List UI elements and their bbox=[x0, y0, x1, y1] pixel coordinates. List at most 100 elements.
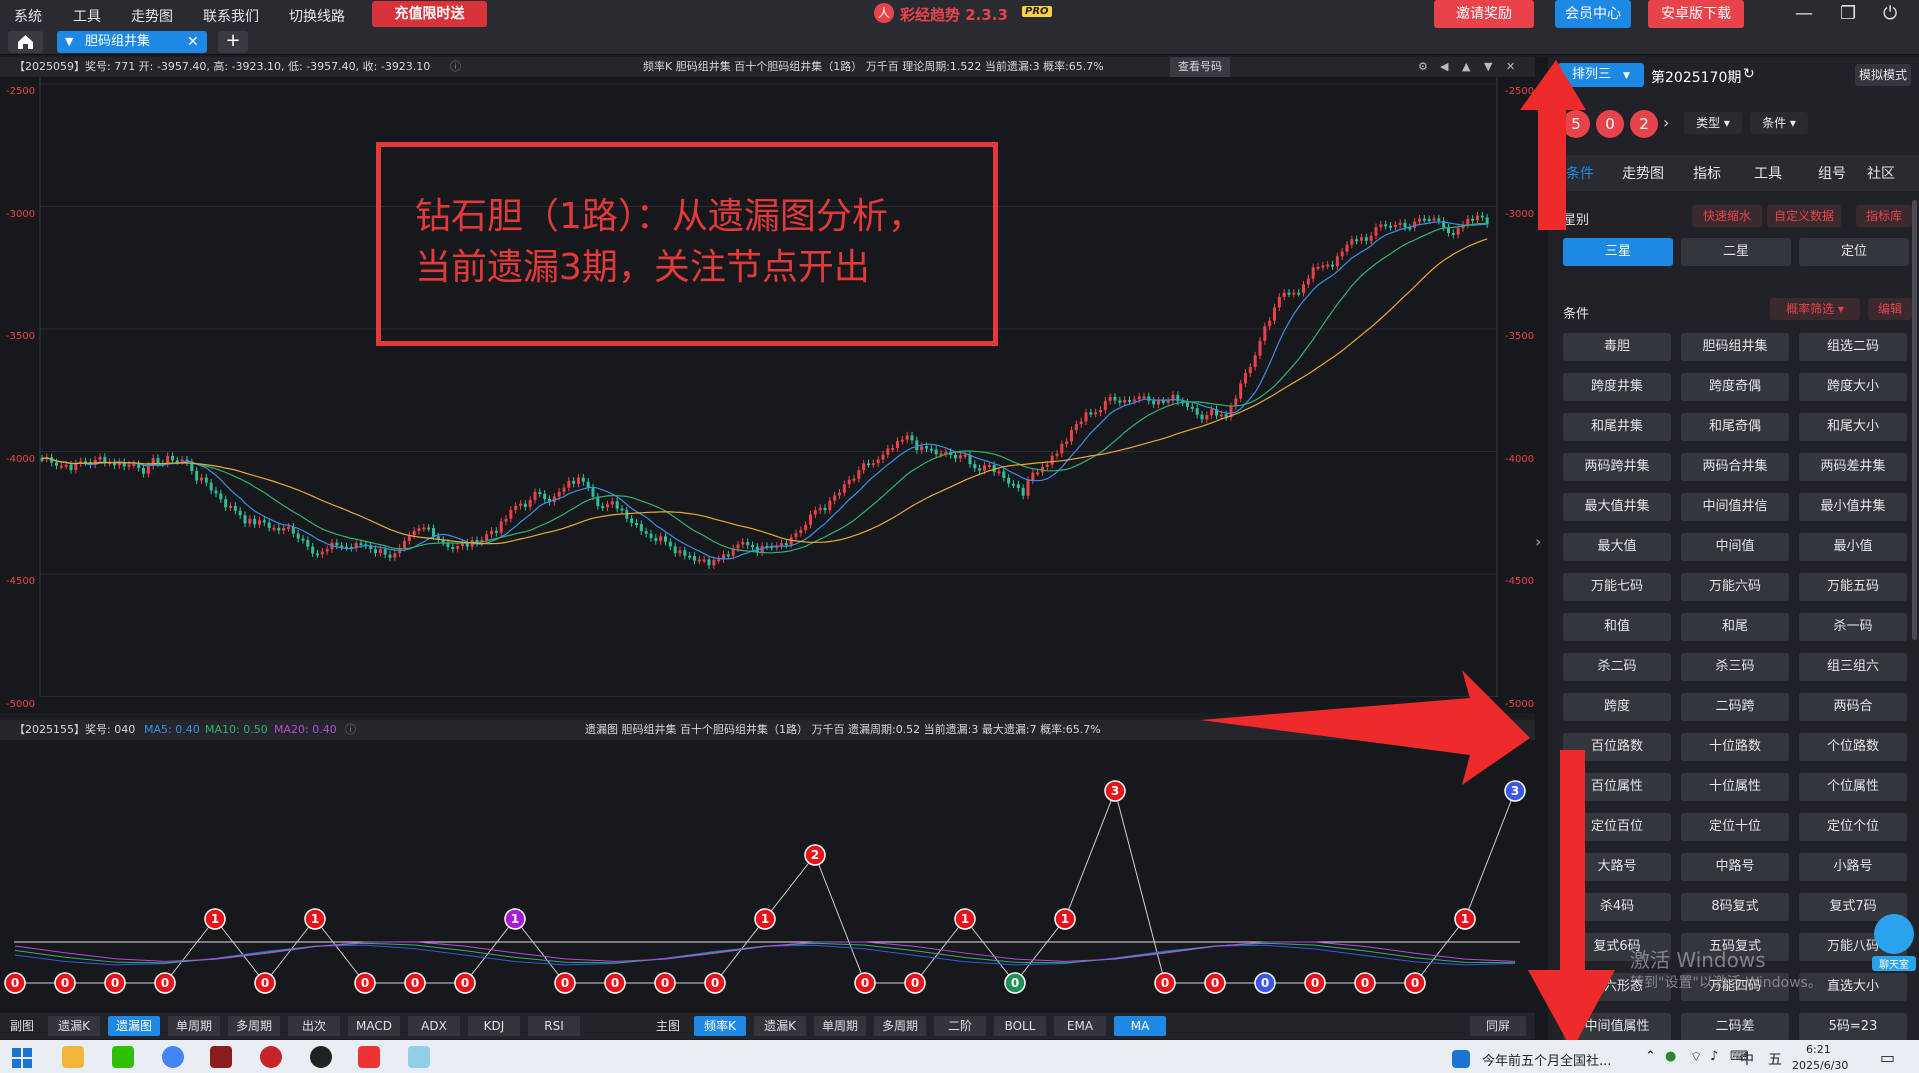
edit-button[interactable]: 编辑 bbox=[1868, 298, 1912, 320]
condition-button[interactable]: 定位十位 bbox=[1681, 813, 1789, 841]
menu-switch-line[interactable]: 切换线路 bbox=[289, 6, 345, 26]
notepad-icon[interactable] bbox=[408, 1046, 430, 1068]
bottom-main-btn-3[interactable]: 单周期 bbox=[814, 1016, 866, 1036]
condition-button[interactable]: 万能六码 bbox=[1681, 573, 1789, 601]
condition-button[interactable]: 和值 bbox=[1563, 613, 1671, 641]
bottom-main-btn-4[interactable]: 多周期 bbox=[874, 1016, 926, 1036]
bottom-main-btn-1[interactable]: 频率K bbox=[694, 1016, 746, 1036]
arrow-left-icon[interactable]: ◀ bbox=[1440, 57, 1448, 77]
close-icon[interactable]: ✕ bbox=[1506, 57, 1515, 77]
simulate-mode-button[interactable]: 模拟模式 bbox=[1855, 64, 1911, 86]
clock-date[interactable]: 2025/6/30 bbox=[1792, 1059, 1848, 1072]
arrow-up-icon[interactable]: ▲ bbox=[1462, 57, 1470, 77]
bottom-main-btn-8[interactable]: MA bbox=[1114, 1016, 1166, 1036]
condition-button[interactable]: 最小值 bbox=[1799, 533, 1907, 561]
condition-button[interactable]: 万能五码 bbox=[1799, 573, 1907, 601]
chevron-right-icon[interactable]: › bbox=[1535, 532, 1541, 551]
star-link-1[interactable]: 自定义数据 bbox=[1767, 205, 1841, 227]
qq-icon[interactable] bbox=[310, 1046, 332, 1068]
condition-button[interactable]: 大路号 bbox=[1563, 853, 1671, 881]
news-ticker[interactable]: 今年前五个月全国社... bbox=[1482, 1050, 1611, 1069]
condition-button[interactable]: 中间值井信 bbox=[1681, 493, 1789, 521]
right-tab-1[interactable]: 走势图 bbox=[1622, 163, 1664, 183]
condition-button[interactable]: 两码跨井集 bbox=[1563, 453, 1671, 481]
menu-system[interactable]: 系统 bbox=[14, 6, 42, 26]
help-icon[interactable]: ⓘ bbox=[450, 57, 461, 77]
browser-icon[interactable] bbox=[162, 1046, 184, 1068]
windows-start-icon[interactable] bbox=[12, 1048, 32, 1068]
bottom-btn-7[interactable]: ADX bbox=[408, 1016, 460, 1036]
settings-icon[interactable]: ⚙ bbox=[1418, 57, 1428, 77]
member-center-button[interactable]: 会员中心 bbox=[1555, 0, 1631, 28]
lottery-select[interactable]: 排列三 ▼ bbox=[1558, 63, 1644, 87]
condition-button[interactable]: 5码=23 bbox=[1799, 1013, 1907, 1041]
menu-trend[interactable]: 走势图 bbox=[131, 6, 173, 26]
invite-reward-button[interactable]: 邀请奖励 bbox=[1434, 0, 1534, 28]
condition-button[interactable]: 两码差井集 bbox=[1799, 453, 1907, 481]
bottom-btn-5[interactable]: 出次 bbox=[288, 1016, 340, 1036]
condition-button[interactable]: 杀三码 bbox=[1681, 653, 1789, 681]
right-scrollbar[interactable] bbox=[1912, 200, 1917, 640]
refresh-icon[interactable]: ↻ bbox=[1743, 66, 1755, 82]
recharge-promo-button[interactable]: 充值限时送 bbox=[372, 1, 487, 27]
android-download-button[interactable]: 安卓版下载 bbox=[1648, 0, 1744, 28]
condition-button[interactable]: 杀一码 bbox=[1799, 613, 1907, 641]
condition-button[interactable]: 跨度井集 bbox=[1563, 373, 1671, 401]
condition-button[interactable]: 十位属性 bbox=[1681, 773, 1789, 801]
home-tab[interactable] bbox=[8, 31, 43, 53]
bottom-btn-3[interactable]: 单周期 bbox=[168, 1016, 220, 1036]
star-link-0[interactable]: 快速缩水 bbox=[1692, 205, 1762, 227]
condition-button[interactable]: 十位路数 bbox=[1681, 733, 1789, 761]
help-icon[interactable]: ⓘ bbox=[345, 720, 356, 740]
menu-tools[interactable]: 工具 bbox=[73, 6, 101, 26]
condition-button[interactable]: 万能七码 bbox=[1563, 573, 1671, 601]
bottom-main-btn-6[interactable]: BOLL bbox=[994, 1016, 1046, 1036]
ime-mode[interactable]: 中 bbox=[1740, 1049, 1754, 1069]
star-button-1[interactable]: 二星 bbox=[1681, 238, 1791, 266]
power-icon[interactable]: ⏻ bbox=[1883, 3, 1897, 24]
bottom-btn-8[interactable]: KDJ bbox=[468, 1016, 520, 1036]
condition-button[interactable]: 和尾大小 bbox=[1799, 413, 1907, 441]
same-screen-button[interactable]: 同屏 bbox=[1470, 1016, 1526, 1036]
condition-button[interactable]: 中间值 bbox=[1681, 533, 1789, 561]
file-explorer-icon[interactable] bbox=[62, 1046, 84, 1068]
arrow-down-icon[interactable]: ▼ bbox=[1484, 57, 1492, 77]
bottom-main-btn-7[interactable]: EMA bbox=[1054, 1016, 1106, 1036]
condition-button[interactable]: 跨度奇偶 bbox=[1681, 373, 1789, 401]
wifi-icon[interactable]: ⌔ bbox=[1690, 1049, 1702, 1065]
sub-chart-area[interactable]: 0 0 0 0 1 0 1 0 0 0 1 0 0 0 0 1 2 0 0 1 0 1 3 0 0 0 0 0 0 1 3 bbox=[0, 740, 1535, 1012]
app-icon[interactable] bbox=[210, 1046, 232, 1068]
condition-button[interactable]: 中间值属性 bbox=[1563, 1013, 1671, 1041]
bottom-main-btn-2[interactable]: 遗漏K bbox=[754, 1016, 806, 1036]
condition-button[interactable]: 和尾 bbox=[1681, 613, 1789, 641]
condition-select[interactable]: 条件 ▾ bbox=[1750, 112, 1808, 134]
condition-button[interactable]: 小路号 bbox=[1799, 853, 1907, 881]
condition-button[interactable]: 两码合 bbox=[1799, 693, 1907, 721]
condition-button[interactable]: 定位百位 bbox=[1563, 813, 1671, 841]
clock-time[interactable]: 6:21 bbox=[1806, 1043, 1831, 1056]
condition-button[interactable]: 跨度大小 bbox=[1799, 373, 1907, 401]
menu-contact[interactable]: 联系我们 bbox=[203, 6, 259, 26]
right-tab-2[interactable]: 指标 bbox=[1693, 163, 1721, 183]
notification-icon[interactable]: ▭ bbox=[1880, 1048, 1895, 1067]
condition-button[interactable]: 胆码组井集 bbox=[1681, 333, 1789, 361]
bottom-main-btn-5[interactable]: 二阶 bbox=[934, 1016, 986, 1036]
condition-button[interactable]: 组选二码 bbox=[1799, 333, 1907, 361]
bottom-btn-9[interactable]: RSI bbox=[528, 1016, 580, 1036]
restore-icon[interactable]: ❐ bbox=[1840, 3, 1856, 24]
condition-button[interactable]: 最小值井集 bbox=[1799, 493, 1907, 521]
condition-button[interactable]: 毒胆 bbox=[1563, 333, 1671, 361]
condition-button[interactable]: 百位属性 bbox=[1563, 773, 1671, 801]
condition-button[interactable]: 个位属性 bbox=[1799, 773, 1907, 801]
condition-button[interactable]: 杀4码 bbox=[1563, 893, 1671, 921]
condition-button[interactable]: 二码跨 bbox=[1681, 693, 1789, 721]
chevron-right-icon[interactable]: › bbox=[1663, 113, 1669, 132]
type-select[interactable]: 类型 ▾ bbox=[1684, 112, 1742, 134]
right-tab-3[interactable]: 工具 bbox=[1754, 163, 1782, 183]
condition-button[interactable]: 两码合井集 bbox=[1681, 453, 1789, 481]
close-icon[interactable]: ✕ bbox=[1508, 720, 1517, 740]
condition-button[interactable]: 跨度 bbox=[1563, 693, 1671, 721]
condition-button[interactable]: 杀二码 bbox=[1563, 653, 1671, 681]
speaker-icon[interactable]: ♪ bbox=[1710, 1049, 1718, 1064]
tray-app-icon[interactable]: ● bbox=[1665, 1049, 1676, 1064]
